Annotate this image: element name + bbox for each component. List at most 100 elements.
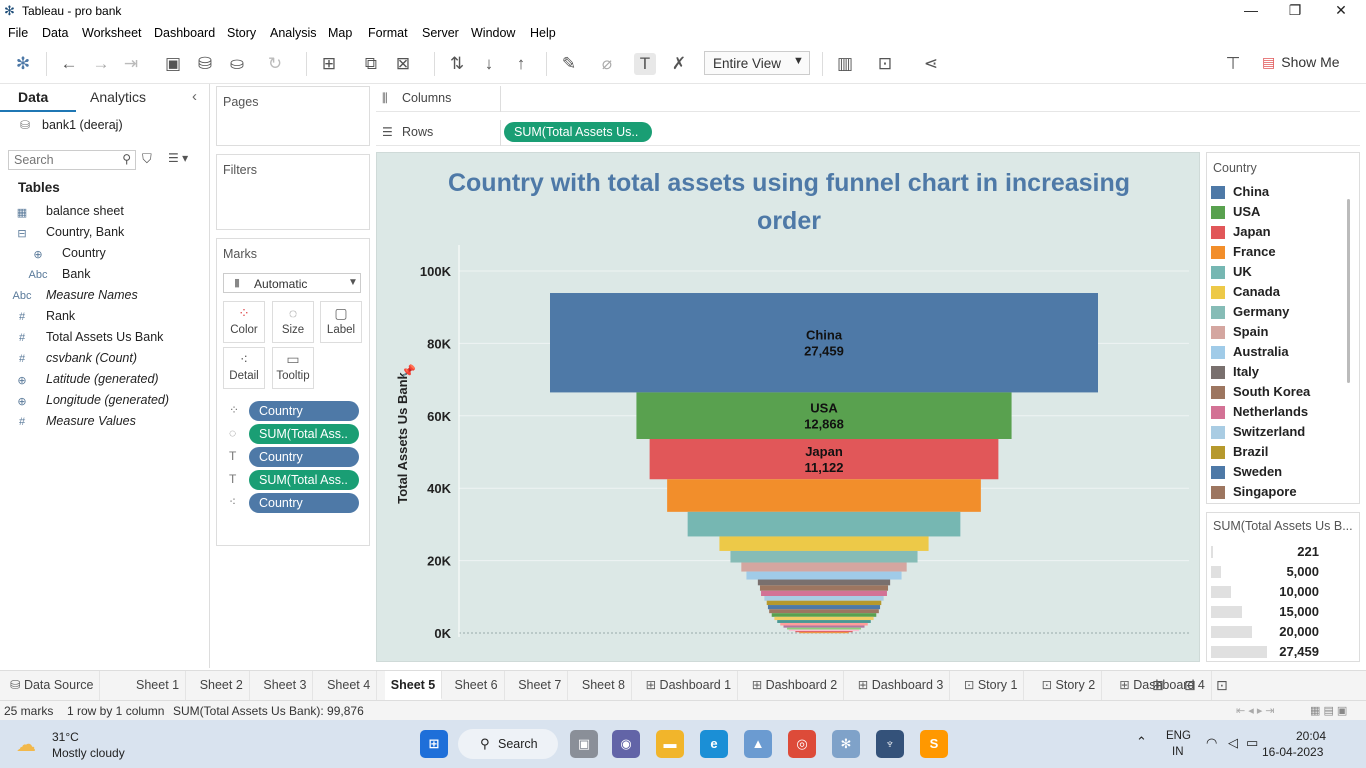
funnel-bar-c21[interactable] [783, 625, 865, 628]
tableau-taskbar-icon[interactable]: ✻ [832, 730, 860, 758]
undo-icon[interactable]: ← [58, 53, 80, 75]
field-item[interactable]: Latitude (generated) [46, 372, 159, 386]
clock-date[interactable]: 16-04-2023 [1262, 745, 1323, 759]
menu-window[interactable]: Window [471, 26, 515, 40]
datasource-name[interactable]: bank1 (deeraj) [42, 118, 123, 132]
field-item[interactable]: Bank [62, 267, 91, 281]
minimize-button[interactable]: — [1228, 2, 1274, 20]
marks-pill[interactable]: SUM(Total Ass.. [249, 424, 359, 444]
save-icon[interactable]: ▣ [162, 53, 184, 75]
marks-size-button[interactable]: ◌ Size [272, 301, 314, 343]
legend-item[interactable]: Italy [1211, 363, 1341, 381]
legend-item[interactable]: Brazil [1211, 443, 1341, 461]
task-view-icon[interactable]: ▣ [570, 730, 598, 758]
menu-data[interactable]: Data [42, 26, 68, 40]
new-datasource-icon[interactable]: ⛁ [194, 53, 216, 75]
tooltip-pin-icon[interactable]: ⊤ [1222, 53, 1244, 75]
volume-icon[interactable]: ◁ [1228, 735, 1238, 751]
lang-in[interactable]: IN [1172, 746, 1184, 758]
field-item[interactable]: Measure Values [46, 414, 136, 428]
file-explorer-icon[interactable]: ▬ [656, 730, 684, 758]
funnel-bar-uk[interactable] [687, 511, 961, 537]
sheet-tab[interactable]: Sheet 4 [321, 671, 378, 700]
sheet-tab[interactable]: ⊞ Dashboard 2 [746, 671, 845, 700]
new-worksheet-icon[interactable]: ⊞ [318, 53, 340, 75]
legend-item[interactable]: China [1211, 183, 1341, 201]
fix-axes-icon[interactable]: ✗ [668, 53, 690, 75]
sheet-tab[interactable]: ⊞ Dashboard 3 [852, 671, 951, 700]
funnel-bar-spain[interactable] [741, 562, 907, 572]
sheet-tab[interactable]: Sheet 6 [449, 671, 505, 700]
field-item[interactable]: balance sheet [46, 204, 124, 218]
collapse-pane-icon[interactable]: ‹ [192, 88, 197, 105]
duplicate-sheet-icon[interactable]: ⧉ [360, 53, 382, 75]
view-options-icon[interactable]: ☰ ▾ [168, 151, 188, 165]
legend-item[interactable]: Japan [1211, 223, 1341, 241]
swap-rows-columns-icon[interactable]: ⇅ [446, 53, 468, 75]
start-icon[interactable]: ⊞ [420, 730, 448, 758]
sheet-tab[interactable]: Sheet 8 [576, 671, 632, 700]
legend-item[interactable]: Australia [1211, 343, 1341, 361]
grid-view-icon[interactable]: ▦ ▤ ▣ [1310, 704, 1347, 717]
refresh-icon[interactable]: ↻ [264, 53, 286, 75]
funnel-bar-c19[interactable] [777, 620, 871, 623]
sheet-tab[interactable]: ⊞ Dashboard 1 [640, 671, 739, 700]
tableau-home-icon[interactable]: ✻ [12, 53, 34, 75]
funnel-bar-c25[interactable] [799, 632, 849, 634]
funnel-bar-brazil[interactable] [766, 600, 882, 606]
rows-pill-sum-total-assets[interactable]: SUM(Total Assets Us.. [504, 122, 652, 142]
funnel-bar-c18[interactable] [774, 616, 874, 621]
sheet-nav-arrows[interactable]: ⇤ ◂ ▸ ⇥ [1236, 704, 1275, 717]
legend-item[interactable]: Germany [1211, 303, 1341, 321]
legend-item[interactable]: Netherlands [1211, 403, 1341, 421]
menu-dashboard[interactable]: Dashboard [154, 26, 215, 40]
funnel-bar-switzerland[interactable] [764, 596, 884, 601]
marks-pill[interactable]: Country [249, 447, 359, 467]
filters-shelf[interactable]: Filters [216, 154, 370, 230]
marks-detail-button[interactable]: ⁖ Detail [223, 347, 265, 389]
replay-icon[interactable]: ⇥ [120, 53, 142, 75]
marks-pill[interactable]: Country [249, 401, 359, 421]
marks-pill[interactable]: SUM(Total Ass.. [249, 470, 359, 490]
funnel-bar-singapore[interactable] [769, 609, 879, 614]
funnel-bar-c20[interactable] [780, 622, 868, 626]
funnel-bar-c22[interactable] [787, 627, 861, 630]
legend-item[interactable]: Sweden [1211, 463, 1341, 481]
wifi-icon[interactable]: ◠ [1206, 735, 1217, 751]
new-dashboard-tab-icon[interactable]: ⊟ [1184, 677, 1196, 694]
chrome-icon[interactable]: ◎ [788, 730, 816, 758]
marks-label-button[interactable]: ▢ Label [320, 301, 362, 343]
menu-file[interactable]: File [8, 26, 28, 40]
legend-item[interactable]: USA [1211, 203, 1341, 221]
tab-data[interactable]: Data [18, 89, 48, 105]
group-icon[interactable]: ⌀ [596, 53, 618, 75]
lang-eng[interactable]: ENG [1166, 730, 1191, 742]
funnel-bar-c17[interactable] [771, 613, 877, 617]
sheet-tab[interactable]: Sheet 3 [257, 671, 314, 700]
filter-icon[interactable]: ⛉ [142, 151, 152, 167]
field-item[interactable]: Rank [46, 309, 75, 323]
field-item[interactable]: Longitude (generated) [46, 393, 169, 407]
funnel-bar-c24[interactable] [795, 631, 853, 633]
funnel-bar-canada[interactable] [719, 536, 929, 551]
maximize-button[interactable]: ❐ [1272, 2, 1318, 20]
close-button[interactable]: ✕ [1318, 2, 1364, 20]
sheet-tab[interactable]: ⊡ Story 2 [1036, 671, 1103, 700]
photos-icon[interactable]: ▲ [744, 730, 772, 758]
redo-icon[interactable]: → [90, 53, 112, 75]
show-mark-labels-icon[interactable]: T [634, 53, 656, 75]
sort-descending-icon[interactable]: ↑ [510, 53, 532, 75]
legend-item[interactable]: UK [1211, 263, 1341, 281]
new-story-tab-icon[interactable]: ⊡ [1216, 677, 1228, 694]
field-item[interactable]: Country [62, 246, 106, 260]
legend-item[interactable]: Singapore [1211, 483, 1341, 501]
legend-scrollbar[interactable] [1347, 199, 1350, 383]
taskbar-search[interactable]: ⚲ Search [458, 729, 558, 759]
battery-icon[interactable]: ▭ [1246, 735, 1258, 751]
pages-shelf[interactable]: Pages [216, 86, 370, 146]
sheet-tab[interactable]: ⊡ Story 1 [958, 671, 1025, 700]
columns-shelf[interactable]: ⫼ Columns [376, 86, 1360, 112]
tab-analytics[interactable]: Analytics [90, 89, 146, 105]
chevron-up-icon[interactable]: ⌃ [1136, 734, 1147, 750]
menu-analysis[interactable]: Analysis [270, 26, 317, 40]
